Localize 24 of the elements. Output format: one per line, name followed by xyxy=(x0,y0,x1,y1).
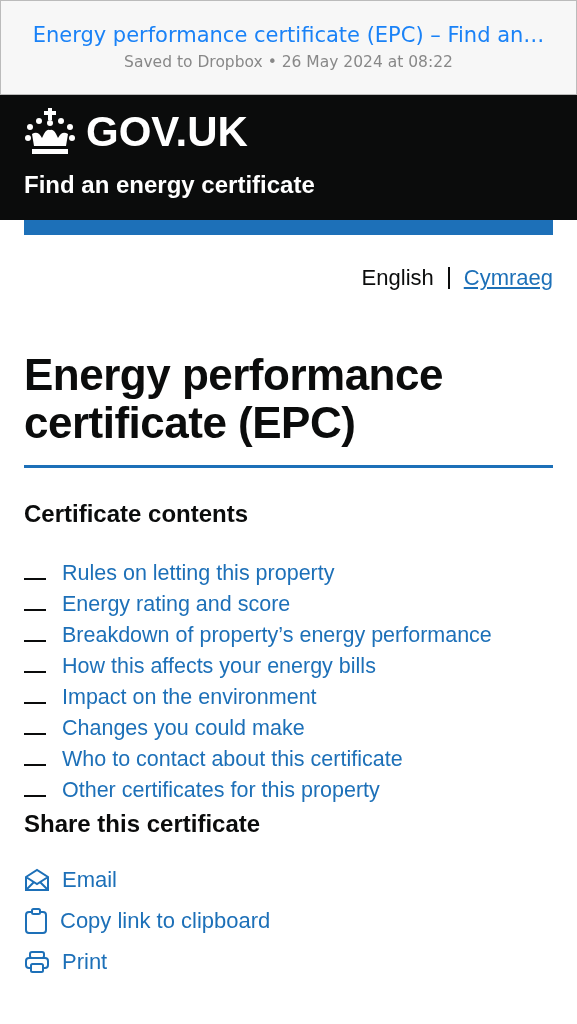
envelope-icon xyxy=(24,867,50,892)
contents-link[interactable]: Changes you could make xyxy=(62,716,305,741)
contents-link[interactable]: How this affects your energy bills xyxy=(62,654,376,679)
share-link[interactable]: Email xyxy=(62,866,117,893)
contents-link[interactable]: Impact on the environment xyxy=(62,685,317,710)
share-heading: Share this certificate xyxy=(24,810,262,838)
share-link[interactable]: Copy link to clipboard xyxy=(60,907,271,934)
contents-link[interactable]: Other certificates for this property xyxy=(62,778,380,803)
contents-link[interactable]: Energy rating and score xyxy=(62,592,291,617)
page-heading: Energy performance certificate (EPC) xyxy=(24,351,444,447)
gov-logo-text[interactable]: GOV.UK xyxy=(86,107,248,157)
contents-link[interactable]: Rules on letting this property xyxy=(62,561,335,586)
saved-info: Saved to Dropbox • 26 May 2024 at 08:22 xyxy=(124,53,453,71)
crown-icon xyxy=(24,108,76,156)
contents-link[interactable]: Who to contact about this certificate xyxy=(62,747,403,772)
page-title[interactable]: Energy performance certificate (EPC) – Find an… xyxy=(32,23,545,47)
contents-link[interactable]: Breakdown of property’s energy performance xyxy=(62,623,492,648)
language-link[interactable]: Cymraeg xyxy=(463,265,553,291)
contents-heading: Certificate contents xyxy=(24,500,250,528)
clipboard-icon xyxy=(24,907,48,934)
current-language: English xyxy=(361,265,434,291)
share-link[interactable]: Print xyxy=(62,948,108,975)
service-name[interactable]: Find an energy certificate xyxy=(24,171,315,199)
printer-icon xyxy=(24,949,50,974)
